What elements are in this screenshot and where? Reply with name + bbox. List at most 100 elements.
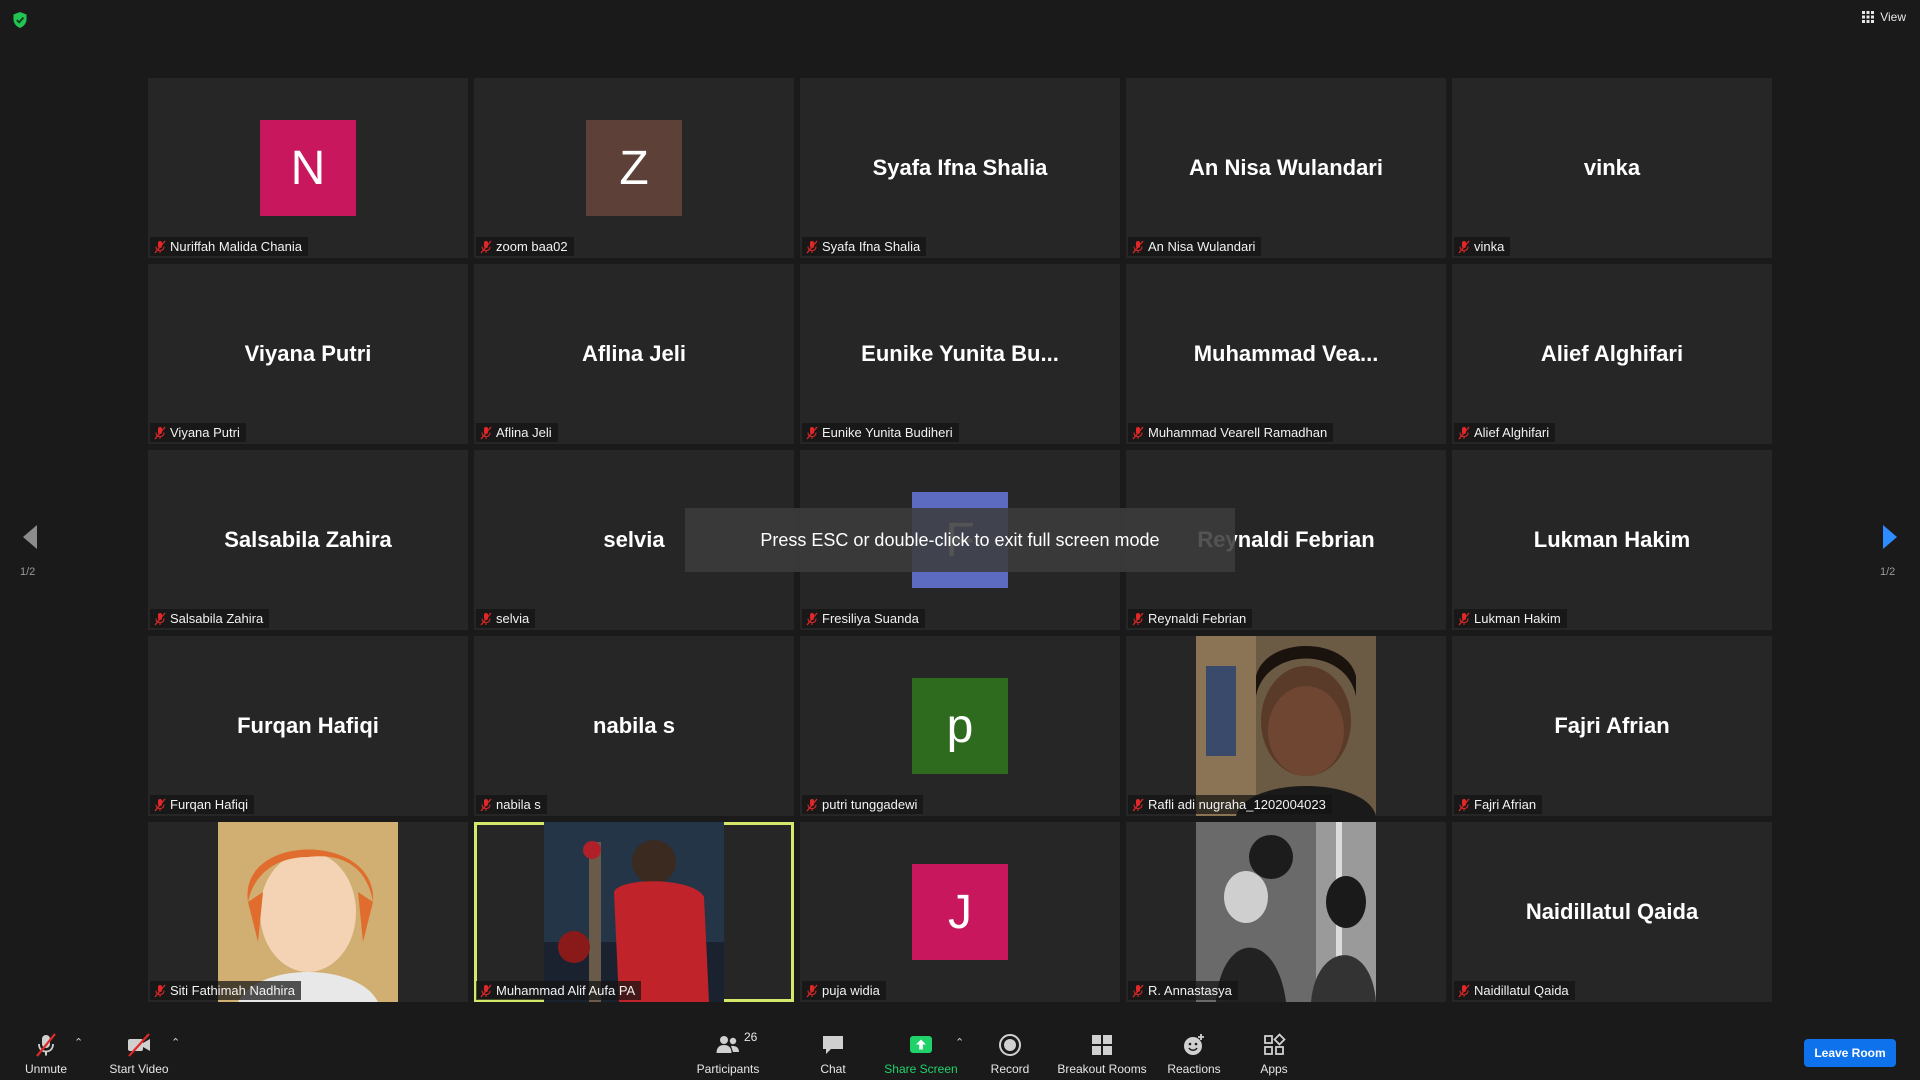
tile-content: Viyana Putri: [148, 264, 468, 444]
microphone-muted-icon: [1132, 984, 1144, 997]
audio-options-caret[interactable]: ⌃: [74, 1036, 83, 1049]
grid-icon: [1862, 11, 1875, 23]
video-camera-off-icon: [128, 1033, 150, 1057]
participant-tile[interactable]: Salsabila Zahira Salsabila Zahira: [148, 450, 468, 630]
share-options-caret[interactable]: ⌃: [955, 1036, 964, 1049]
participant-tile[interactable]: Syafa Ifna Shalia Syafa Ifna Shalia: [800, 78, 1120, 258]
tile-content: nabila s: [474, 636, 794, 816]
participant-tile[interactable]: Jpuja widia: [800, 822, 1120, 1002]
participant-tile[interactable]: Siti Fathimah Nadhira: [148, 822, 468, 1002]
participant-tile[interactable]: Muhammad Vea... Muhammad Vearell Ramadhan: [1126, 264, 1446, 444]
participant-name: Muhammad Alif Aufa PA: [496, 983, 636, 998]
microphone-muted-icon: [154, 798, 166, 811]
participant-tile[interactable]: Fajri Afrian Fajri Afrian: [1452, 636, 1772, 816]
participant-display-name: Furqan Hafiqi: [237, 713, 379, 738]
microphone-muted-icon: [1132, 798, 1144, 811]
participant-name: vinka: [1474, 239, 1505, 254]
next-page-arrow-icon[interactable]: [1880, 522, 1900, 552]
participant-name-tag: Muhammad Vearell Ramadhan: [1128, 423, 1334, 442]
participant-tile[interactable]: Viyana Putri Viyana Putri: [148, 264, 468, 444]
participant-name-tag: Siti Fathimah Nadhira: [150, 981, 301, 1000]
participant-name: Eunike Yunita Budiheri: [822, 425, 953, 440]
tile-content: Salsabila Zahira: [148, 450, 468, 630]
participant-name-tag: vinka: [1454, 237, 1511, 256]
tile-content: Fajri Afrian: [1452, 636, 1772, 816]
participant-display-name: Viyana Putri: [244, 341, 372, 366]
share-screen-label: Share Screen: [884, 1062, 958, 1076]
participant-tile[interactable]: Naidillatul Qaida Naidillatul Qaida: [1452, 822, 1772, 1002]
microphone-muted-icon: [806, 612, 818, 625]
participant-display-name: Fajri Afrian: [1554, 713, 1670, 738]
participant-tile[interactable]: Zzoom baa02: [474, 78, 794, 258]
participant-tile[interactable]: N Nuriffah Malida Chania: [148, 78, 468, 258]
microphone-muted-icon: [480, 240, 492, 253]
participant-name: R. Annastasya: [1148, 983, 1232, 998]
participant-tile[interactable]: Eunike Yunita Bu... Eunike Yunita Budiher…: [800, 264, 1120, 444]
microphone-muted-icon: [480, 426, 492, 439]
reactions-smiley-icon: [1184, 1034, 1204, 1055]
tile-content: Syafa Ifna Shalia: [800, 78, 1120, 258]
participant-name: Nuriffah Malida Chania: [170, 239, 302, 254]
microphone-muted-icon: [1458, 240, 1470, 253]
participant-tile[interactable]: nabila s nabila s: [474, 636, 794, 816]
participant-tile[interactable]: Rafli adi nugraha_1202004023: [1126, 636, 1446, 816]
video-options-caret[interactable]: ⌃: [171, 1036, 180, 1049]
share-screen-icon: [910, 1036, 932, 1053]
unmute-button[interactable]: Unmute: [20, 1024, 72, 1080]
participant-tile[interactable]: p putri tunggadewi: [800, 636, 1120, 816]
apps-button[interactable]: Apps: [1252, 1024, 1296, 1080]
share-screen-button[interactable]: Share Screen: [882, 1024, 960, 1080]
microphone-muted-icon: [1458, 612, 1470, 625]
chat-button[interactable]: Chat: [808, 1024, 858, 1080]
participant-display-name: nabila s: [593, 713, 675, 738]
breakout-rooms-label: Breakout Rooms: [1057, 1062, 1147, 1076]
participant-name-tag: Naidillatul Qaida: [1454, 981, 1575, 1000]
avatar: J: [912, 864, 1008, 960]
participant-display-name: Syafa Ifna Shalia: [872, 155, 1048, 180]
participant-name-tag: Eunike Yunita Budiheri: [802, 423, 959, 442]
participants-count: 26: [744, 1030, 758, 1044]
participant-tile[interactable]: An Nisa Wulandari An Nisa Wulandari: [1126, 78, 1446, 258]
tile-content: Eunike Yunita Bu...: [800, 264, 1120, 444]
participant-display-name: An Nisa Wulandari: [1189, 155, 1383, 180]
record-button[interactable]: Record: [984, 1024, 1036, 1080]
participant-display-name: Aflina Jeli: [582, 341, 686, 366]
participant-name: selvia: [496, 611, 530, 626]
participant-name: Aflina Jeli: [496, 425, 552, 440]
leave-room-button[interactable]: Leave Room: [1804, 1039, 1896, 1067]
participant-name: Reynaldi Febrian: [1148, 611, 1247, 626]
avatar: Z: [586, 120, 682, 216]
participant-name-tag: Rafli adi nugraha_1202004023: [1128, 795, 1332, 814]
breakout-rooms-icon: [1092, 1035, 1112, 1055]
view-button[interactable]: View: [1862, 10, 1906, 24]
participant-name-tag: puja widia: [802, 981, 886, 1000]
tile-content: Lukman Hakim: [1452, 450, 1772, 630]
participant-tile[interactable]: Alief Alghifari Alief Alghifari: [1452, 264, 1772, 444]
participant-tile[interactable]: R. Annastasya: [1126, 822, 1446, 1002]
reactions-label: Reactions: [1167, 1062, 1221, 1076]
participant-name-tag: Fresiliya Suanda: [802, 609, 925, 628]
start-video-button[interactable]: Start Video: [104, 1024, 174, 1080]
microphone-muted-icon: [154, 612, 166, 625]
participant-name: zoom baa02: [496, 239, 568, 254]
participant-name: Naidillatul Qaida: [1474, 983, 1569, 998]
participant-tile[interactable]: Lukman Hakim Lukman Hakim: [1452, 450, 1772, 630]
previous-page-arrow-icon[interactable]: [20, 522, 40, 552]
microphone-muted-icon: [1132, 426, 1144, 439]
shield-check-icon[interactable]: [12, 11, 28, 29]
participant-name: Siti Fathimah Nadhira: [170, 983, 295, 998]
participant-name: putri tunggadewi: [822, 797, 918, 812]
reactions-button[interactable]: Reactions: [1166, 1024, 1222, 1080]
participant-tile[interactable]: Aflina Jeli Aflina Jeli: [474, 264, 794, 444]
participant-name-tag: Muhammad Alif Aufa PA: [476, 981, 642, 1000]
participant-name: Lukman Hakim: [1474, 611, 1561, 626]
participant-tile[interactable]: vinka vinka: [1452, 78, 1772, 258]
participant-tile-active-speaker[interactable]: Muhammad Alif Aufa PA: [474, 822, 794, 1002]
participant-name: Rafli adi nugraha_1202004023: [1148, 797, 1326, 812]
participant-name-tag: Nuriffah Malida Chania: [150, 237, 308, 256]
microphone-muted-icon: [36, 1033, 56, 1057]
tile-content: Muhammad Vea...: [1126, 264, 1446, 444]
participant-name-tag: Furqan Hafiqi: [150, 795, 255, 814]
participant-tile[interactable]: Furqan Hafiqi Furqan Hafiqi: [148, 636, 468, 816]
breakout-rooms-button[interactable]: Breakout Rooms: [1057, 1024, 1147, 1080]
